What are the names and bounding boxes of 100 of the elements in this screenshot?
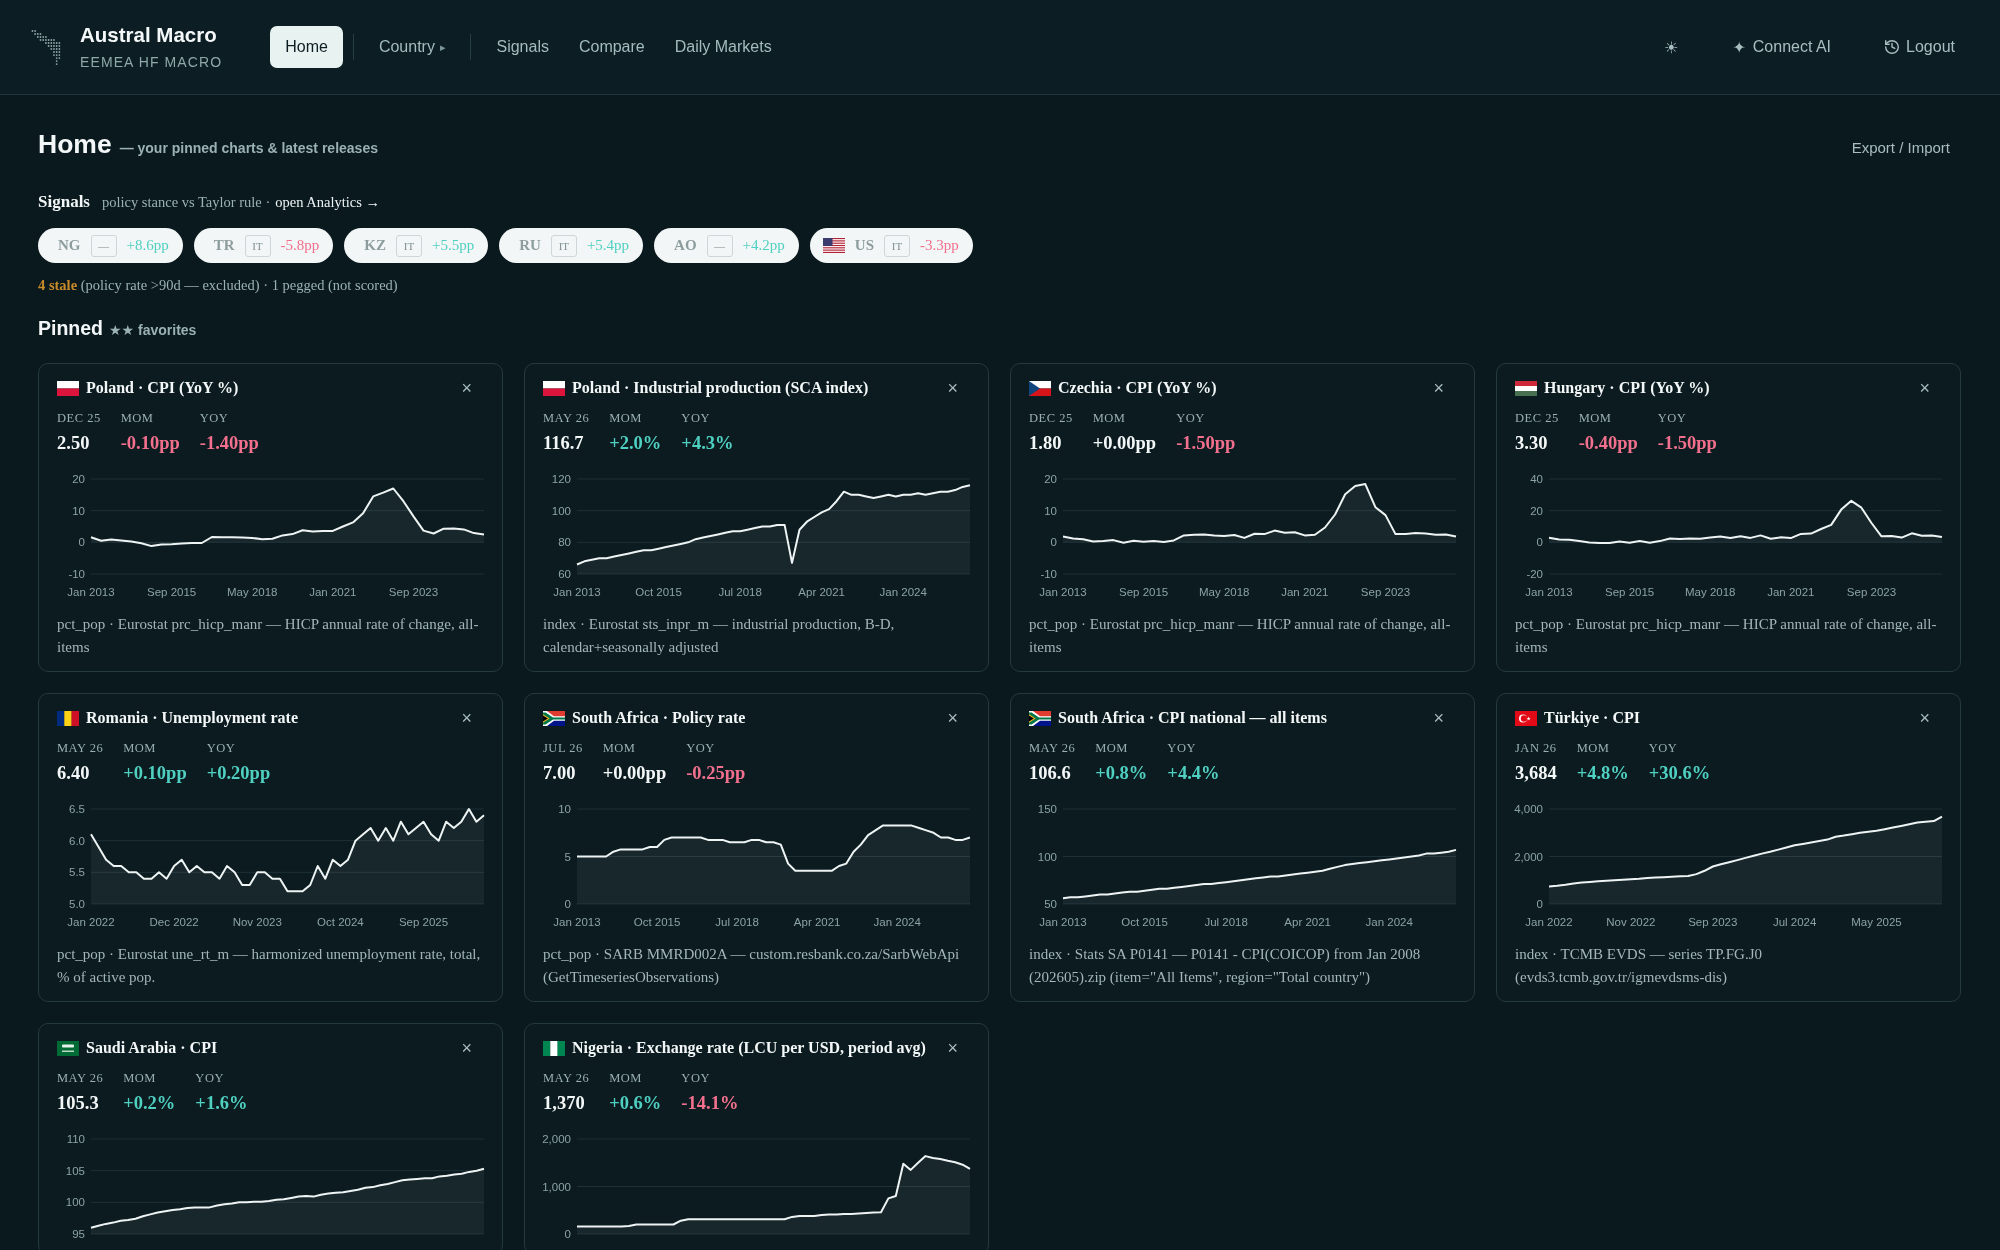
axis-tick-label: Sep 2025 — [398, 916, 449, 928]
stat-label: MAY 26 — [543, 410, 590, 426]
card-title: Romania · Unemployment rate — [86, 708, 298, 729]
axis-tick-label: May 2025 — [1851, 916, 1902, 928]
axis-tick-label: -20 — [1526, 568, 1543, 580]
close-button[interactable]: × — [1913, 707, 1936, 729]
axis-tick-label: May 2018 — [226, 586, 278, 598]
card-title: Türkiye · CPI — [1544, 708, 1640, 729]
stat-label: DEC 25 — [1029, 410, 1073, 426]
axis-tick-label: 60 — [558, 568, 571, 580]
axis-tick-label: 95 — [72, 1228, 85, 1240]
signals-note: 4 stale (policy rate >90d — excluded) · 1 pegged (not scored) — [38, 276, 399, 295]
close-button[interactable]: × — [1427, 377, 1450, 399]
stat-label: MOM — [123, 1070, 157, 1086]
axis-tick-label: 2,000 — [542, 1133, 571, 1145]
stat-value: +0.6% — [609, 1092, 662, 1115]
stat-label: YOY — [199, 410, 230, 426]
axis-tick-label: 6.0 — [69, 834, 85, 847]
connect-ai-button[interactable]: ✦ Connect AI — [1718, 27, 1846, 67]
card-title: Saudi Arabia · CPI — [86, 1038, 218, 1058]
logout-button[interactable]: Logout — [1871, 27, 1969, 67]
axis-tick-label: Sep 2023 — [388, 586, 439, 598]
close-button[interactable]: × — [455, 377, 478, 399]
country-code: AO — [674, 237, 697, 254]
stat-value: 106.6 — [1029, 762, 1072, 785]
axis-tick-label: Oct 2015 — [1121, 916, 1168, 928]
stat-label: YOY — [206, 740, 237, 756]
axis-tick-label: 105 — [65, 1164, 85, 1177]
close-button[interactable]: × — [455, 707, 478, 729]
flag-icon — [1029, 710, 1051, 726]
axis-tick-label: 100 — [551, 504, 571, 517]
theme-toggle[interactable]: ☀ — [1650, 27, 1693, 67]
export-import-button[interactable]: Export / Import — [1840, 139, 1961, 156]
flag-icon — [1515, 380, 1537, 396]
axis-tick-label: Jan 2024 — [879, 586, 927, 598]
axis-tick-label: 5.5 — [69, 866, 85, 879]
stat-value: 105.3 — [57, 1092, 100, 1115]
nav-tab[interactable]: Compare — [563, 26, 660, 68]
axis-tick-label: Jan 2021 — [1767, 586, 1815, 598]
nav-tab[interactable]: Home — [270, 26, 343, 68]
stat-label: MOM — [1095, 740, 1129, 756]
stat-value: +4.4% — [1167, 762, 1220, 785]
stat-label: MAY 26 — [1029, 740, 1076, 756]
stat-value: 2.50 — [57, 432, 91, 455]
flag-icon — [1515, 710, 1537, 726]
axis-tick-label: Jan 2013 — [67, 586, 115, 598]
axis-tick-label: 0 — [78, 536, 85, 549]
nav-tab[interactable]: Signals — [481, 26, 564, 68]
close-button[interactable]: × — [941, 1037, 964, 1059]
nav-tab[interactable]: Daily Markets — [659, 26, 787, 68]
axis-tick-label: 10 — [558, 803, 571, 815]
stat-value: +1.6% — [195, 1092, 248, 1115]
stat-value: -14.1% — [681, 1092, 739, 1115]
axis-tick-label: Nov 2022 — [1606, 916, 1656, 928]
stat-value: +0.00pp — [602, 762, 667, 785]
close-button[interactable]: × — [455, 1037, 478, 1059]
flag-icon — [543, 1040, 565, 1056]
stat-label: MAY 26 — [57, 1070, 104, 1086]
stat-value: +4.8% — [1576, 762, 1629, 785]
axis-tick-label: Jan 2013 — [1039, 586, 1087, 598]
axis-tick-label: 1,000 — [542, 1180, 571, 1193]
source-note: pct_pop · SARB MMRD002A — custom.resbank.co.za/SarbWebApi (GetTimeseriesObservations) — [543, 945, 961, 987]
axis-tick-label: Sep 2023 — [1688, 916, 1738, 928]
axis-tick-label: Apr 2021 — [793, 916, 841, 928]
card-title: Poland · Industrial production (SCA index) — [572, 378, 869, 399]
source-note: pct_pop · Eurostat prc_hicp_manr — HICP annual rate of change, all-items — [1029, 615, 1452, 657]
source-note: index · Eurostat sts_inpr_m — industrial production, B-D, calendar+seasonally adjusted — [543, 615, 896, 657]
brand-subtitle: EEMEA HF MACRO — [80, 53, 223, 71]
card-title: Hungary · CPI (YoY %) — [1544, 378, 1710, 399]
stat-label: JAN 26 — [1515, 740, 1557, 756]
axis-tick-label: Jan 2024 — [1365, 916, 1413, 928]
stat-value: -0.40pp — [1578, 432, 1638, 455]
axis-tick-label: Apr 2021 — [798, 586, 846, 598]
close-button[interactable]: × — [941, 377, 964, 399]
analytics-link[interactable]: open Analytics → — [275, 192, 380, 212]
axis-tick-label: Sep 2023 — [1846, 586, 1897, 598]
close-button[interactable]: × — [1913, 377, 1936, 399]
axis-tick-label: 4,000 — [1514, 803, 1543, 815]
axis-tick-label: 100 — [1037, 850, 1057, 863]
axis-tick-label: Oct 2015 — [633, 916, 681, 928]
stat-value: 7.00 — [543, 762, 577, 785]
signal-value: -3.3pp — [920, 237, 959, 254]
stat-value: +4.3% — [681, 432, 734, 455]
source-note: index · Stats SA P0141 — P0141 - CPI(COICOP) from Jan 2008 (202605).zip (item="All Items", region="Total country") — [1029, 945, 1422, 987]
card-title: South Africa · CPI national — all items — [1058, 708, 1327, 728]
stat-value: -1.50pp — [1176, 432, 1236, 455]
stat-value: +0.20pp — [206, 762, 271, 785]
axis-tick-label: -10 — [1040, 568, 1057, 580]
close-button[interactable]: × — [941, 707, 964, 729]
page-title: Home — [38, 128, 112, 160]
signal-value: +5.4pp — [586, 237, 630, 254]
close-button[interactable]: × — [1427, 707, 1450, 729]
stat-label: MOM — [120, 410, 155, 426]
nav-tab[interactable]: Country ▸ — [363, 26, 461, 68]
stat-value: +0.2% — [123, 1092, 176, 1115]
dotted-map-logo — [31, 29, 61, 65]
axis-tick-label: Jan 2022 — [1525, 916, 1573, 928]
axis-tick-label: Jul 2018 — [718, 586, 762, 598]
stat-value: 3,684 — [1515, 762, 1557, 785]
axis-tick-label: 10 — [1044, 504, 1057, 517]
